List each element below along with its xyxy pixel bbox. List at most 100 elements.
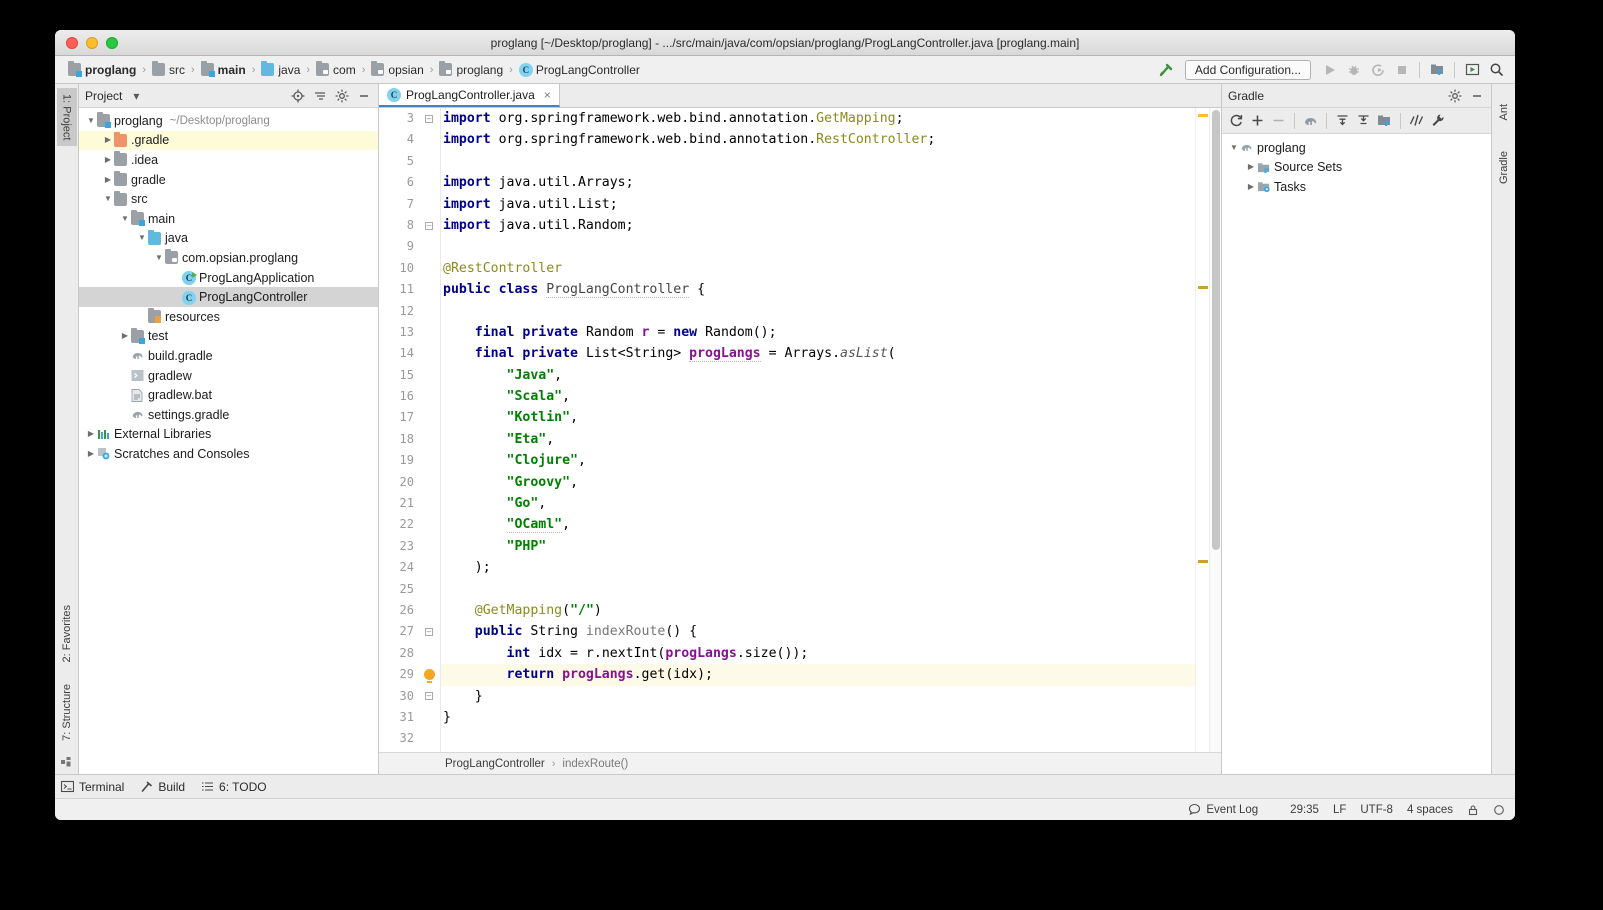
run-icon[interactable] (1319, 59, 1341, 81)
tree-row[interactable]: settings.gradle (79, 405, 378, 425)
tree-expand-arrow[interactable]: ▶ (85, 430, 97, 438)
fold-region[interactable]: – (422, 215, 436, 236)
code-line[interactable] (441, 728, 1195, 749)
tree-row[interactable]: C ProgLangApplication (79, 268, 378, 288)
code-line[interactable]: @RestController (441, 258, 1195, 279)
bottom-tab-terminal[interactable]: Terminal (61, 780, 124, 794)
tree-row[interactable]: ▶ External Libraries (79, 425, 378, 445)
tree-row[interactable]: ▶ gradle (79, 170, 378, 190)
code-line[interactable] (441, 301, 1195, 322)
close-icon[interactable]: × (544, 88, 551, 102)
fold-region[interactable]: – (422, 686, 436, 707)
code-content[interactable]: import org.springframework.web.bind.anno… (441, 108, 1195, 752)
indent-setting[interactable]: 4 spaces (1407, 804, 1453, 816)
marker-warning-low[interactable] (1198, 560, 1208, 563)
hide-panel-icon[interactable] (356, 88, 372, 104)
search-everywhere-icon[interactable] (1485, 59, 1507, 81)
fold-toggle-icon[interactable]: – (425, 628, 433, 637)
gradle-elephant-icon[interactable] (1301, 111, 1320, 130)
breadcrumb-item-opsian[interactable]: opsian (368, 61, 426, 78)
file-encoding[interactable]: UTF-8 (1360, 804, 1393, 816)
tree-expand-arrow[interactable]: ▼ (119, 214, 131, 223)
code-line[interactable] (441, 151, 1195, 172)
code-line[interactable]: import java.util.List; (441, 194, 1195, 215)
tree-row[interactable]: gradlew (79, 366, 378, 386)
intention-bulb-icon[interactable] (423, 669, 435, 684)
gradle-tree[interactable]: ▼ proglang ▶ Source Sets ▶ Tasks (1222, 134, 1491, 197)
marker-warning-top[interactable] (1198, 114, 1208, 117)
code-line[interactable]: import java.util.Random; (441, 215, 1195, 236)
tree-row[interactable]: ▼ java (79, 229, 378, 249)
minimize-window-button[interactable] (86, 36, 98, 49)
tree-expand-arrow[interactable]: ▼ (136, 234, 148, 242)
collapse-all-icon[interactable] (312, 88, 328, 104)
footer-member-name[interactable]: indexRoute() (562, 758, 628, 770)
tree-row[interactable]: ▶ .gradle (79, 130, 378, 151)
code-line[interactable]: final private List<String> progLangs = A… (441, 343, 1195, 364)
debug-icon[interactable] (1343, 59, 1365, 81)
refresh-icon[interactable] (1227, 111, 1246, 130)
inspections-icon[interactable] (1493, 804, 1505, 816)
tree-row[interactable]: build.gradle (79, 346, 378, 366)
breadcrumb-item-src[interactable]: src (149, 61, 188, 78)
tree-expand-arrow[interactable]: ▶ (1245, 182, 1257, 191)
tree-expand-arrow[interactable]: ▶ (102, 136, 114, 144)
rail-tab-ant[interactable]: Ant (1494, 98, 1514, 127)
tree-row[interactable]: ▼ com.opsian.proglang (79, 248, 378, 268)
editor-scrollbar[interactable] (1209, 108, 1221, 752)
add-icon[interactable] (1248, 111, 1267, 130)
code-line[interactable]: import java.util.Arrays; (441, 172, 1195, 193)
tree-row[interactable]: ▼ proglang ~/Desktop/proglang (79, 111, 378, 131)
code-line[interactable]: ); (441, 557, 1195, 578)
expand-all-icon[interactable] (1333, 111, 1352, 130)
tree-expand-arrow[interactable]: ▼ (85, 116, 97, 125)
code-line[interactable]: "OCaml", (441, 514, 1195, 535)
fold-region[interactable]: – (422, 621, 436, 642)
rail-tab-gradle[interactable]: Gradle (1494, 145, 1514, 190)
tree-expand-arrow[interactable]: ▼ (153, 253, 165, 262)
build-hammer-icon[interactable] (1155, 59, 1177, 81)
settings-gear-icon[interactable] (1447, 88, 1463, 104)
tree-expand-arrow[interactable]: ▼ (102, 195, 114, 203)
updates-icon[interactable] (1461, 59, 1483, 81)
breadcrumb-item-proglang[interactable]: proglang (65, 61, 139, 78)
run-with-coverage-icon[interactable] (1367, 59, 1389, 81)
tree-expand-arrow[interactable]: ▶ (1245, 163, 1257, 171)
code-line[interactable]: final private Random r = new Random(); (441, 322, 1195, 343)
rail-tab-project[interactable]: 1: Project (56, 88, 77, 147)
project-tree[interactable]: ▼ proglang ~/Desktop/proglang ▶ .gradle ▶ .ide… (79, 108, 378, 774)
add-configuration-button[interactable]: Add Configuration... (1184, 59, 1311, 80)
code-line[interactable]: return progLangs.get(idx); (441, 664, 1195, 686)
code-line[interactable]: import org.springframework.web.bind.anno… (441, 129, 1195, 150)
code-line[interactable]: "Go", (441, 493, 1195, 514)
code-line[interactable] (441, 579, 1195, 600)
marker-warning-mid[interactable] (1198, 286, 1208, 289)
remove-icon[interactable] (1269, 111, 1288, 130)
chevron-down-icon[interactable]: ▾ (128, 88, 144, 104)
editor-scrollbar-thumb[interactable] (1212, 110, 1220, 550)
code-line[interactable]: @GetMapping("/") (441, 600, 1195, 621)
code-line[interactable]: "Groovy", (441, 472, 1195, 493)
tree-expand-arrow[interactable]: ▶ (85, 449, 97, 458)
code-line[interactable]: "Clojure", (441, 450, 1195, 471)
tree-row[interactable]: ▼ main (79, 209, 378, 229)
breadcrumb-item-java[interactable]: java (258, 61, 303, 78)
wrench-icon[interactable] (1428, 111, 1447, 130)
code-line[interactable]: } (441, 707, 1195, 728)
breadcrumb-item-proglangcontroller[interactable]: C ProgLangController (516, 62, 643, 78)
project-structure-icon[interactable] (1426, 59, 1448, 81)
toggle-offline-icon[interactable] (1407, 111, 1426, 130)
tree-expand-arrow[interactable]: ▶ (119, 332, 131, 340)
gradle-tree-row[interactable]: ▼ proglang (1222, 138, 1491, 158)
tree-row[interactable]: ▶ Scratches and Consoles (79, 444, 378, 464)
code-line[interactable]: int idx = r.nextInt(progLangs.size()); (441, 643, 1195, 664)
hide-panel-icon[interactable] (1469, 88, 1485, 104)
rail-tab-favorites[interactable]: 2: Favorites (57, 599, 77, 668)
code-line[interactable]: public String indexRoute() { (441, 621, 1195, 642)
error-stripe-markers[interactable] (1195, 108, 1209, 752)
fold-toggle-icon[interactable]: – (425, 221, 433, 230)
fold-toggle-icon[interactable]: – (425, 692, 433, 701)
close-window-button[interactable] (66, 36, 78, 49)
fold-toggle-icon[interactable]: – (425, 114, 433, 123)
bottom-tab-build[interactable]: Build (140, 780, 185, 794)
